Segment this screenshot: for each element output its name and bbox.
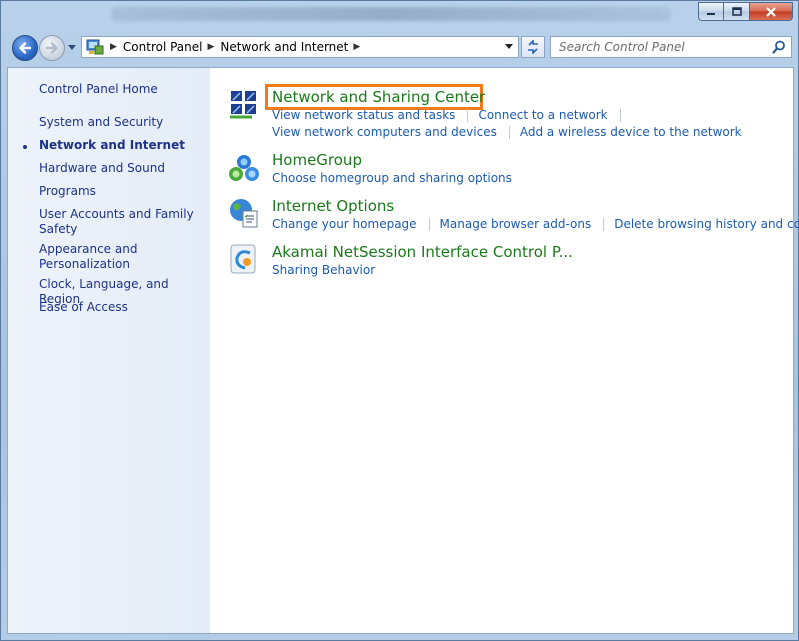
minimize-icon (707, 12, 715, 15)
homegroup-link[interactable]: HomeGroup (272, 151, 362, 169)
sidebar-item-ease-of-access[interactable]: Ease of Access (39, 300, 204, 315)
control-panel-icon (85, 38, 105, 56)
akamai-links-row: Sharing Behavior (272, 263, 375, 278)
network-sharing-center-link[interactable]: Network and Sharing Center (272, 88, 485, 106)
internet-options-link[interactable]: Internet Options (272, 197, 394, 215)
add-wireless-device-link[interactable]: Add a wireless device to the network (520, 125, 742, 140)
sidebar-item-programs[interactable]: Programs (39, 184, 204, 199)
akamai-netsession-link[interactable]: Akamai NetSession Interface Control P... (272, 243, 573, 261)
maximize-icon (731, 6, 742, 16)
link-separator (508, 126, 510, 139)
window-controls (698, 2, 793, 21)
internet-options-icon (230, 199, 258, 228)
link-separator (619, 109, 621, 122)
chevron-down-icon (68, 45, 76, 50)
recent-pages-dropdown[interactable] (67, 43, 77, 53)
search-icon[interactable] (772, 40, 786, 54)
delete-browsing-history-link[interactable]: Delete browsing history and cookies (614, 217, 799, 232)
refresh-icon (528, 40, 538, 54)
main-panel: Network and Sharing Center View network … (210, 68, 799, 633)
search-input[interactable] (557, 39, 766, 55)
address-dropdown[interactable] (503, 41, 515, 53)
title-bar[interactable] (1, 1, 798, 29)
sidebar: Control Panel Home System and Security N… (8, 68, 210, 633)
change-homepage-link[interactable]: Change your homepage (272, 217, 417, 232)
current-item-bullet-icon (23, 145, 27, 149)
view-network-computers-link[interactable]: View network computers and devices (272, 125, 497, 140)
refresh-button[interactable] (521, 36, 545, 58)
breadcrumb-separator-icon[interactable]: ▶ (110, 42, 117, 52)
internet-options-links-row: Change your homepage Manage browser add-… (272, 217, 799, 232)
explorer-window: ▶ Control Panel ▶ Network and Internet ▶ (0, 0, 799, 641)
address-bar[interactable]: ▶ Control Panel ▶ Network and Internet ▶ (81, 36, 519, 58)
akamai-icon (230, 244, 256, 274)
navigation-bar: ▶ Control Panel ▶ Network and Internet ▶ (1, 31, 798, 65)
breadcrumb-control-panel[interactable]: Control Panel (123, 40, 203, 54)
breadcrumb-network-and-internet[interactable]: Network and Internet (220, 40, 348, 54)
homegroup-links-row: Choose homegroup and sharing options (272, 171, 512, 186)
sidebar-item-user-accounts[interactable]: User Accounts and Family Safety (39, 207, 204, 237)
view-network-status-link[interactable]: View network status and tasks (272, 108, 455, 123)
forward-arrow-icon (45, 42, 58, 54)
breadcrumb-separator-icon[interactable]: ▶ (208, 42, 215, 52)
link-separator (428, 218, 430, 231)
forward-button[interactable] (39, 35, 65, 61)
breadcrumb-separator-icon[interactable]: ▶ (353, 42, 360, 52)
homegroup-icon (229, 155, 259, 181)
link-separator (603, 218, 605, 231)
chevron-down-icon (505, 44, 513, 49)
content-area: Control Panel Home System and Security N… (7, 67, 799, 634)
back-button[interactable] (12, 35, 38, 61)
sidebar-item-system-and-security[interactable]: System and Security (39, 115, 204, 130)
maximize-button[interactable] (724, 2, 750, 21)
close-icon (766, 6, 776, 17)
sharing-behavior-link[interactable]: Sharing Behavior (272, 263, 375, 278)
manage-browser-addons-link[interactable]: Manage browser add-ons (440, 217, 592, 232)
back-arrow-icon (19, 42, 32, 54)
close-button[interactable] (750, 2, 793, 21)
network-links-row2: View network computers and devices Add a… (272, 125, 742, 140)
minimize-button[interactable] (698, 2, 724, 21)
search-box[interactable] (550, 36, 792, 58)
sidebar-item-control-panel-home[interactable]: Control Panel Home (39, 82, 204, 97)
sidebar-item-appearance[interactable]: Appearance and Personalization (39, 242, 204, 272)
network-links-row1: View network status and tasks Connect to… (272, 108, 631, 123)
sidebar-item-hardware-and-sound[interactable]: Hardware and Sound (39, 161, 204, 176)
blurred-title (111, 7, 671, 21)
connect-to-network-link[interactable]: Connect to a network (478, 108, 607, 123)
sidebar-item-network-and-internet[interactable]: Network and Internet (39, 138, 204, 153)
link-separator (467, 109, 469, 122)
network-sharing-icon (230, 91, 256, 119)
homegroup-sharing-options-link[interactable]: Choose homegroup and sharing options (272, 171, 512, 186)
